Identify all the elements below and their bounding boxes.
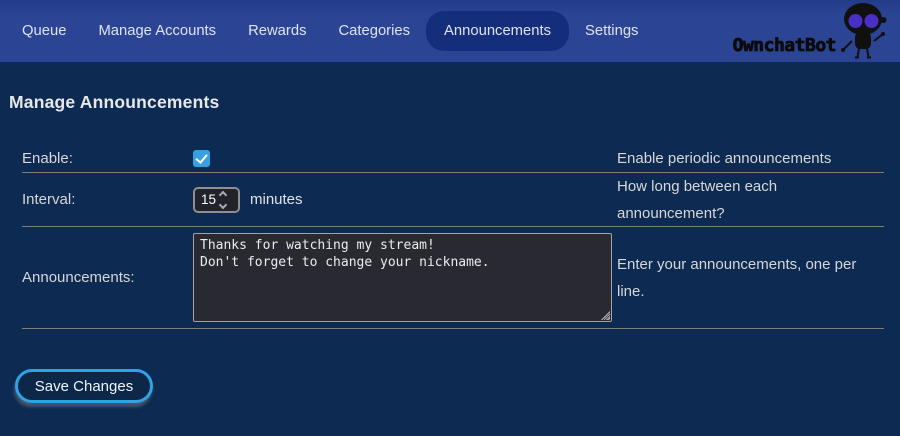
save-changes-button[interactable]: Save Changes <box>15 369 153 403</box>
nav-item-manage-accounts[interactable]: Manage Accounts <box>82 13 232 49</box>
form-row-interval: Interval: minutes How long between each … <box>22 173 884 227</box>
nav-item-rewards[interactable]: Rewards <box>232 13 322 49</box>
main-nav: Queue Manage Accounts Rewards Categories… <box>6 11 654 51</box>
interval-unit-label: minutes <box>250 191 303 208</box>
top-nav-bar: Queue Manage Accounts Rewards Categories… <box>0 0 900 62</box>
announcements-textarea[interactable]: Thanks for watching my stream! Don't for… <box>193 233 612 322</box>
enable-checkbox[interactable] <box>193 150 210 167</box>
enable-label: Enable: <box>22 150 193 167</box>
number-spinner[interactable] <box>220 192 226 208</box>
enable-help-text: Enable periodic announcements <box>612 145 884 172</box>
nav-item-announcements[interactable]: Announcements <box>426 11 569 51</box>
ownchatbot-logo: OwnchatBot <box>702 0 892 62</box>
interval-input[interactable] <box>195 192 218 207</box>
nav-item-categories[interactable]: Categories <box>322 13 426 49</box>
spinner-up-icon[interactable] <box>219 190 227 198</box>
announcements-label: Announcements: <box>22 269 193 286</box>
content-area: Manage Announcements Enable: Enable peri… <box>0 92 900 403</box>
page-title: Manage Announcements <box>9 92 900 113</box>
robot-mascot-icon <box>836 2 890 60</box>
nav-item-settings[interactable]: Settings <box>569 13 654 49</box>
logo-wordmark: OwnchatBot <box>733 35 836 56</box>
form-row-announcements: Announcements: Thanks for watching my st… <box>22 227 884 329</box>
form-row-enable: Enable: Enable periodic announcements <box>22 145 884 173</box>
nav-item-queue[interactable]: Queue <box>6 13 82 49</box>
announcement-settings-table: Enable: Enable periodic announcements In… <box>22 145 884 329</box>
interval-label: Interval: <box>22 191 193 208</box>
announcements-help-text: Enter your announcements, one per line. <box>612 251 884 305</box>
spinner-down-icon[interactable] <box>219 200 227 208</box>
interval-number-field[interactable] <box>193 187 240 213</box>
interval-help-text: How long between each announcement? <box>612 173 884 227</box>
